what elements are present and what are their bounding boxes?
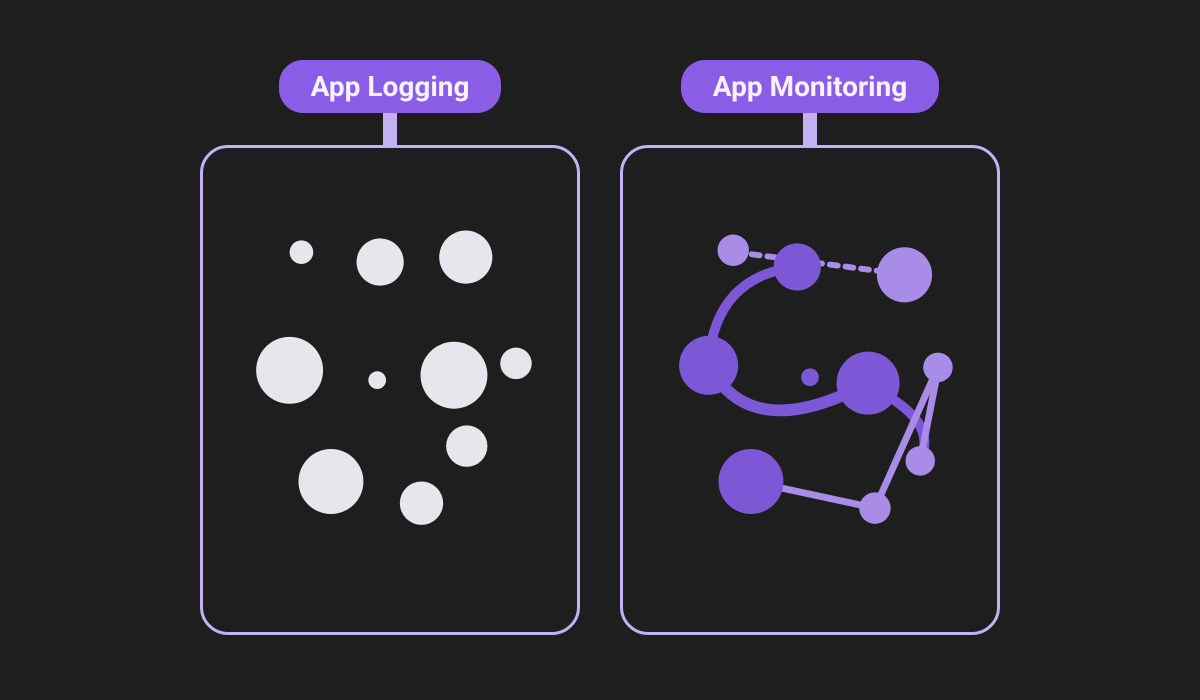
logging-box <box>200 145 580 635</box>
logging-connector <box>383 111 397 147</box>
monitoring-pill: App Monitoring <box>681 60 940 113</box>
logging-panel: App Logging <box>200 60 580 635</box>
logging-title: App Logging <box>311 70 470 103</box>
monitoring-connector <box>803 111 817 147</box>
network-graph-icon <box>623 148 997 632</box>
monitoring-panel: App Monitoring <box>620 60 1000 635</box>
logging-pill: App Logging <box>279 60 502 113</box>
monitoring-title: App Monitoring <box>713 70 908 103</box>
scattered-dots-icon <box>203 148 577 632</box>
monitoring-box <box>620 145 1000 635</box>
